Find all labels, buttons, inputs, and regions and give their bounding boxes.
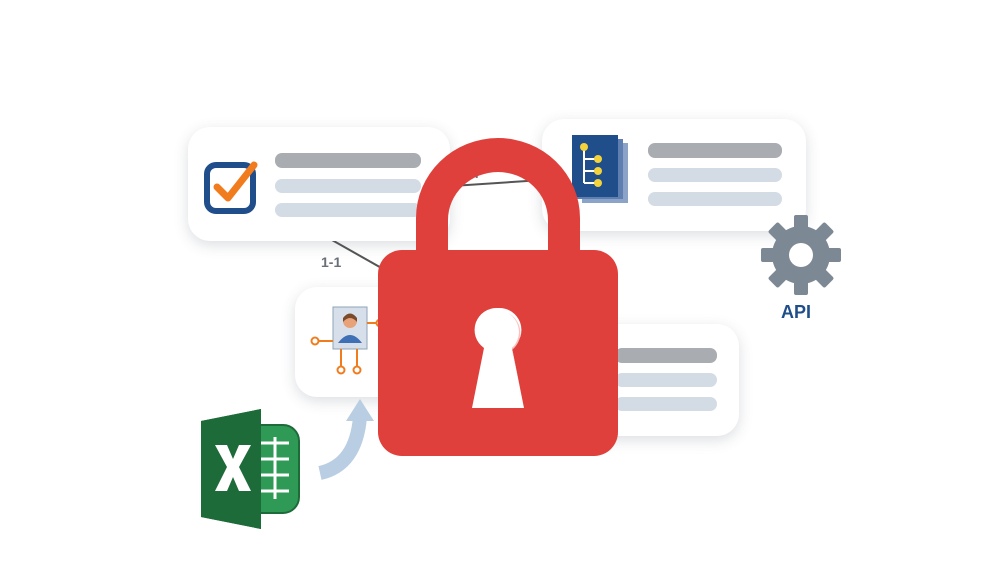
api-label: API	[781, 302, 812, 322]
record-card-line-1	[615, 373, 717, 387]
relation-label-one-to-one: 1-1	[321, 254, 342, 270]
hierarchy-card-line-2	[648, 192, 782, 206]
gear-icon	[761, 215, 841, 295]
excel-icon	[201, 409, 300, 529]
record-card-line-2	[615, 397, 717, 411]
hierarchy-card-line-1	[648, 168, 782, 182]
checkbox-check-icon	[204, 161, 258, 214]
security-illustration: 1-1 n	[0, 0, 1000, 587]
hierarchy-card-title-bar	[648, 143, 782, 158]
record-card-title-bar	[615, 348, 717, 363]
padlock-icon	[378, 138, 618, 456]
